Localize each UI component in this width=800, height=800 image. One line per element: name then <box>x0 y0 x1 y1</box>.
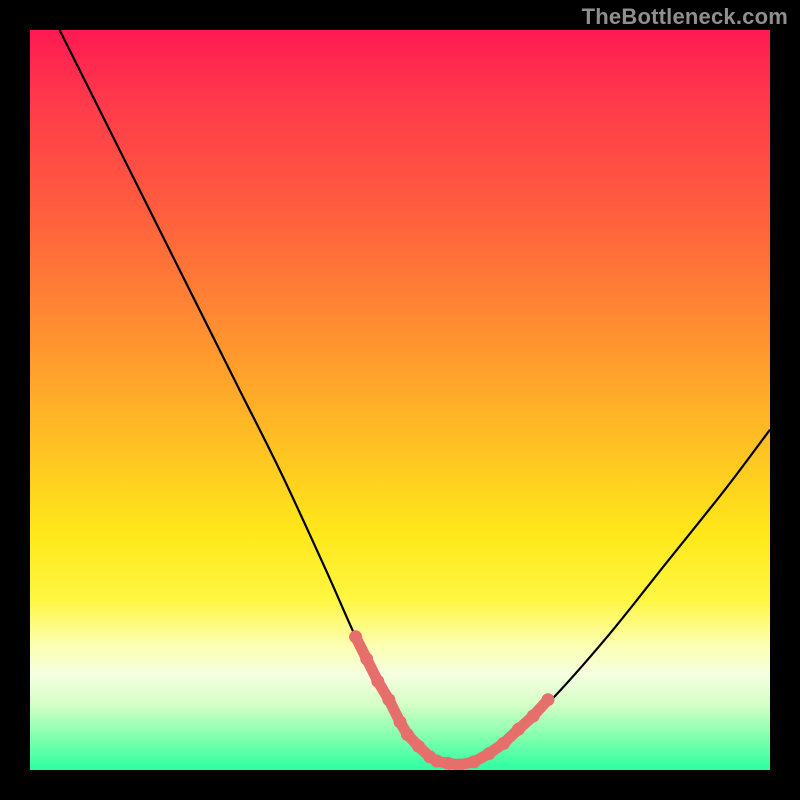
marker-dot <box>512 723 525 736</box>
marker-dot <box>482 747 495 760</box>
marker-dot <box>542 693 555 706</box>
bottleneck-curve <box>60 30 770 766</box>
marker-dot <box>382 693 395 706</box>
marker-dot <box>442 757 455 770</box>
watermark-text: TheBottleneck.com <box>582 4 788 30</box>
marker-dot <box>527 709 540 722</box>
marker-dot <box>431 755 444 768</box>
marker-dot <box>360 653 373 666</box>
chart-frame: TheBottleneck.com <box>0 0 800 800</box>
marker-dot <box>497 737 510 750</box>
marker-dot <box>401 728 414 741</box>
marker-group <box>349 630 554 770</box>
chart-svg <box>30 30 770 770</box>
marker-dot <box>468 755 481 768</box>
marker-dot <box>394 715 407 728</box>
marker-dot <box>371 675 384 688</box>
plot-area <box>30 30 770 770</box>
marker-dot <box>349 630 362 643</box>
marker-dot <box>412 740 425 753</box>
